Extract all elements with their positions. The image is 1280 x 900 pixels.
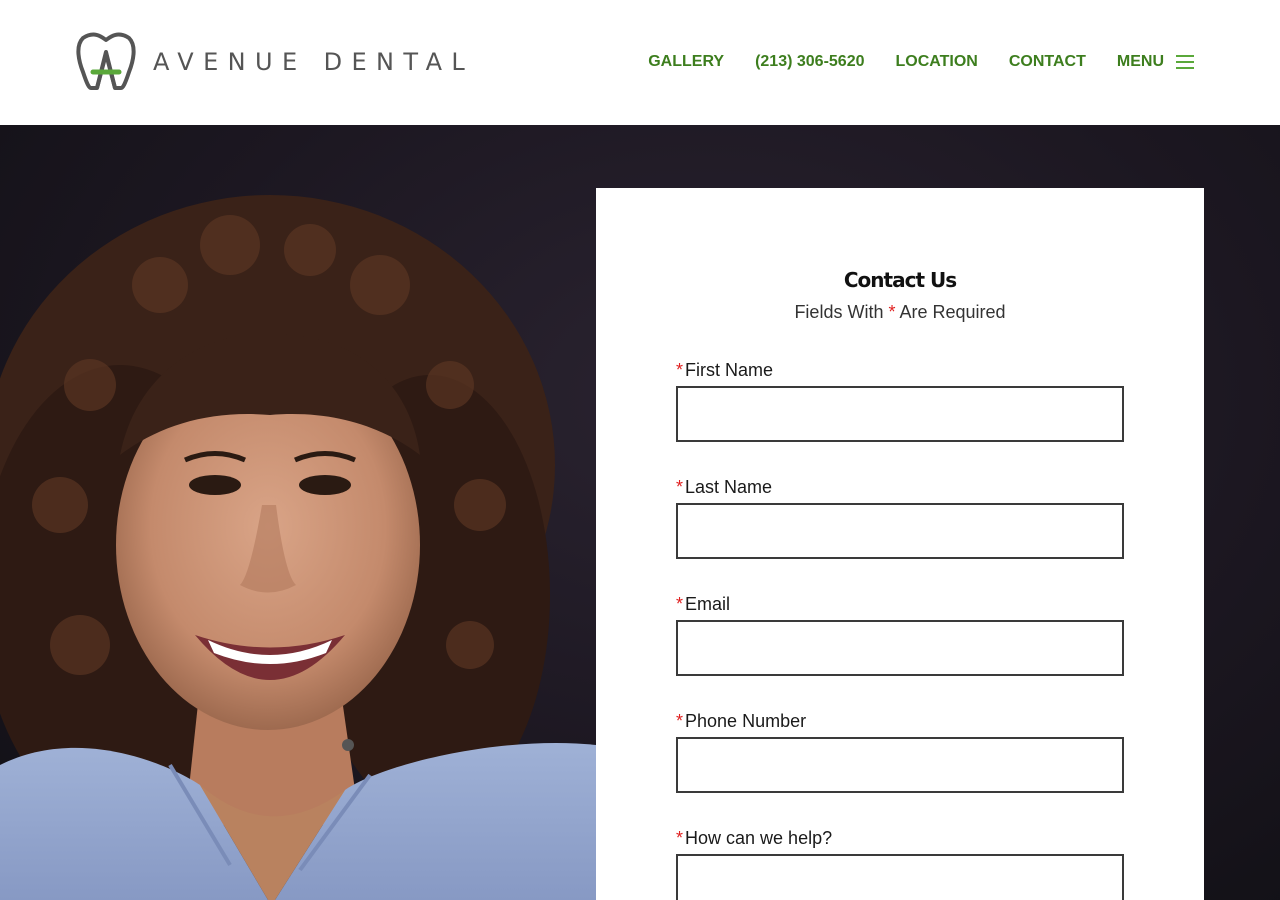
phone-label-text: Phone Number — [685, 711, 807, 731]
site-header: AVENUE DENTAL GALLERY (213) 306-5620 LOC… — [0, 0, 1280, 125]
hamburger-icon — [1176, 54, 1194, 70]
first-name-label-text: First Name — [685, 360, 774, 380]
required-asterisk: * — [676, 711, 684, 731]
form-title: Contact Us — [843, 268, 957, 292]
last-name-input[interactable] — [676, 503, 1124, 559]
last-name-group: * Last Name — [676, 477, 1124, 559]
menu-label: MENU — [1116, 53, 1164, 70]
phone-input[interactable] — [676, 737, 1124, 793]
menu-button[interactable]: MENU — [1117, 53, 1194, 71]
required-asterisk: * — [676, 360, 684, 380]
nav-gallery[interactable]: GALLERY — [648, 53, 724, 71]
first-name-group: * First Name — [676, 360, 1124, 442]
message-textarea[interactable] — [676, 854, 1124, 900]
required-asterisk: * — [676, 828, 684, 848]
main-nav: GALLERY (213) 306-5620 LOCATION CONTACT … — [648, 48, 1194, 76]
first-name-input[interactable] — [676, 386, 1124, 442]
required-asterisk: * — [888, 302, 896, 322]
nav-contact[interactable]: CONTACT — [1009, 53, 1086, 71]
phone-label: * Phone Number — [676, 711, 1124, 737]
nav-location[interactable]: LOCATION — [896, 53, 978, 71]
hero-section: Contact Us Fields With * Are Required * F… — [0, 125, 1280, 900]
site-logo[interactable]: AVENUE DENTAL — [75, 32, 474, 92]
email-group: * Email — [676, 594, 1124, 676]
last-name-label-text: Last Name — [685, 477, 773, 497]
subtitle-after: Are Required — [899, 302, 1006, 322]
message-label: * How can we help? — [676, 828, 1124, 854]
brand-name: AVENUE DENTAL — [153, 48, 475, 76]
smiling-woman-photo — [0, 195, 596, 900]
required-asterisk: * — [676, 594, 684, 614]
subtitle-before: Fields With — [794, 302, 884, 322]
required-asterisk: * — [676, 477, 684, 497]
contact-form-card: Contact Us Fields With * Are Required * F… — [596, 188, 1204, 900]
tooth-logo-icon — [76, 32, 136, 90]
email-label: * Email — [676, 594, 1124, 620]
form-subtitle: Fields With * Are Required — [596, 302, 1204, 323]
phone-group: * Phone Number — [676, 711, 1124, 793]
message-group: * How can we help? — [676, 828, 1124, 900]
email-label-text: Email — [685, 594, 731, 614]
first-name-label: * First Name — [676, 360, 1124, 386]
last-name-label: * Last Name — [676, 477, 1124, 503]
nav-phone[interactable]: (213) 306-5620 — [755, 53, 864, 71]
email-input[interactable] — [676, 620, 1124, 676]
message-label-text: How can we help? — [685, 828, 833, 848]
